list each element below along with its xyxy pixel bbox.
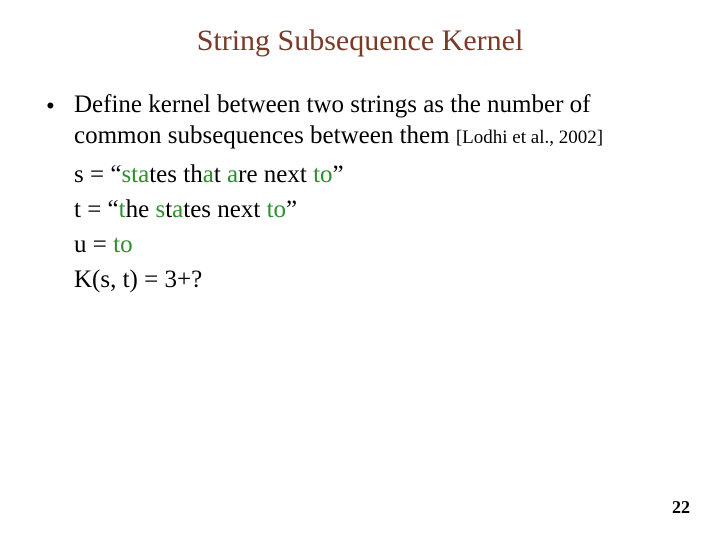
example-block: s = “states that are next to” t = “the s… [46, 157, 674, 297]
s-highlight-a3: a [227, 161, 238, 188]
s-highlight-s: s [121, 161, 131, 188]
example-line-k: K(s, t) = 3+? [74, 262, 674, 297]
t-to-o: o [274, 196, 287, 223]
s-highlight-a2: a [203, 161, 214, 188]
s-to-o: o [320, 161, 333, 188]
page-number: 22 [672, 497, 690, 518]
t-highlight-s: s [155, 196, 165, 223]
t-highlight-t: t [119, 196, 126, 223]
example-line-t: t = “the states next to” [74, 192, 674, 227]
t-suffix: ” [286, 196, 297, 223]
bullet-citation: [Lodhi et al., 2002] [456, 127, 603, 148]
t-prefix: t = “ [74, 196, 119, 223]
bullet-marker: • [46, 90, 74, 123]
t-to-t: t [267, 196, 274, 223]
s-text-1: tes th [149, 161, 202, 188]
slide-title: String Subsequence Kernel [46, 24, 674, 58]
s-to-t: t [313, 161, 320, 188]
s-highlight-a: a [138, 161, 149, 188]
t-text-1: he [126, 196, 156, 223]
s-text-3: re next [238, 161, 313, 188]
example-line-s: s = “states that are next to” [74, 157, 674, 192]
s-text-2: t [214, 161, 227, 188]
t-text-3: tes next [183, 196, 266, 223]
bullet-text: Define kernel between two strings as the… [74, 90, 674, 151]
s-prefix: s = “ [74, 161, 121, 188]
bullet-item: • Define kernel between two strings as t… [46, 90, 674, 151]
u-prefix: u = [74, 231, 113, 258]
example-line-u: u = to [74, 227, 674, 262]
t-highlight-a: a [172, 196, 183, 223]
s-suffix: ” [333, 161, 344, 188]
u-o: o [120, 231, 133, 258]
slide-container: String Subsequence Kernel • Define kerne… [0, 0, 720, 540]
